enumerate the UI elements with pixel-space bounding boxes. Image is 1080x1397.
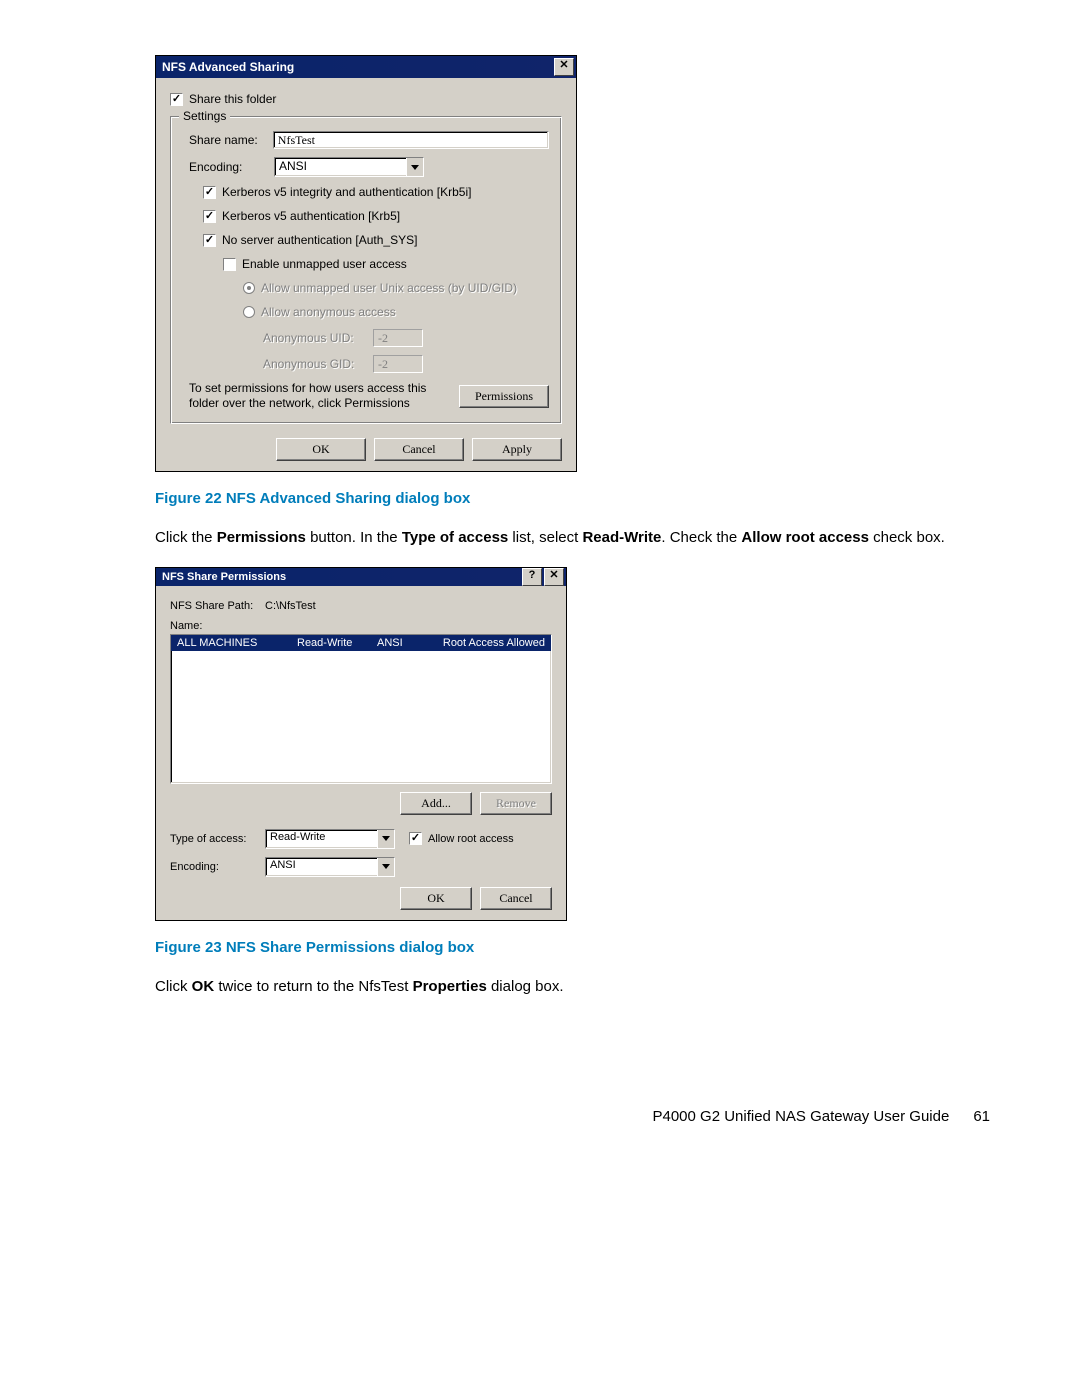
anon-gid-input — [373, 355, 423, 373]
anon-uid-input — [373, 329, 423, 347]
machine-list[interactable]: ALL MACHINES Read-Write ANSI Root Access… — [170, 634, 552, 784]
anon-uid-label: Anonymous UID: — [263, 331, 373, 345]
encoding-value: ANSI — [275, 158, 406, 176]
dialog-titlebar: NFS Share Permissions ? ✕ — [156, 568, 566, 586]
anon-gid-label: Anonymous GID: — [263, 357, 373, 371]
encoding-select[interactable]: ANSI — [274, 157, 424, 177]
encoding-label-2: Encoding: — [170, 861, 265, 873]
radio-uidgid: Allow unmapped user Unix access (by UID/… — [243, 281, 549, 295]
checkbox-icon — [170, 93, 183, 106]
radio-uidgid-label: Allow unmapped user Unix access (by UID/… — [261, 281, 517, 295]
checkbox-icon — [203, 210, 216, 223]
krb5i-checkbox[interactable]: Kerberos v5 integrity and authentication… — [203, 185, 549, 199]
krb5-checkbox[interactable]: Kerberos v5 authentication [Krb5] — [203, 209, 549, 223]
figure-23-caption: Figure 23 NFS Share Permissions dialog b… — [155, 939, 990, 956]
row-root: Root Access Allowed — [437, 637, 545, 649]
unmapped-checkbox[interactable]: Enable unmapped user access — [223, 257, 549, 271]
name-label: Name: — [170, 620, 202, 632]
type-of-access-label: Type of access: — [170, 833, 265, 845]
ok-button[interactable]: OK — [400, 887, 472, 910]
dialog-title: NFS Advanced Sharing — [162, 60, 552, 74]
share-folder-checkbox[interactable]: Share this folder — [170, 92, 562, 106]
page-footer: P4000 G2 Unified NAS Gateway User Guide … — [155, 1108, 990, 1125]
share-path-label: NFS Share Path: — [170, 600, 265, 612]
cancel-button[interactable]: Cancel — [480, 887, 552, 910]
dialog-titlebar: NFS Advanced Sharing ✕ — [156, 56, 576, 78]
allow-root-checkbox[interactable]: Allow root access — [409, 832, 514, 845]
list-row[interactable]: ALL MACHINES Read-Write ANSI Root Access… — [171, 635, 551, 651]
remove-button: Remove — [480, 792, 552, 815]
encoding-label: Encoding: — [183, 160, 274, 174]
share-name-label: Share name: — [183, 133, 273, 147]
close-icon[interactable]: ✕ — [544, 568, 564, 586]
figure-22-caption: Figure 22 NFS Advanced Sharing dialog bo… — [155, 490, 990, 507]
checkbox-icon — [203, 186, 216, 199]
radio-anon: Allow anonymous access — [243, 305, 549, 319]
type-of-access-value: Read-Write — [266, 830, 377, 848]
row-name: ALL MACHINES — [177, 637, 297, 649]
radio-icon — [243, 306, 255, 318]
checkbox-icon — [409, 832, 422, 845]
add-button[interactable]: Add... — [400, 792, 472, 815]
row-access: Read-Write — [297, 637, 377, 649]
chevron-down-icon — [377, 830, 394, 848]
krb5i-label: Kerberos v5 integrity and authentication… — [222, 185, 471, 199]
groupbox-legend: Settings — [179, 109, 230, 123]
permissions-hint: To set permissions for how users access … — [183, 381, 459, 411]
row-encoding: ANSI — [377, 637, 437, 649]
share-name-input[interactable] — [273, 131, 549, 149]
checkbox-icon — [203, 234, 216, 247]
share-path-value: C:\NfsTest — [265, 600, 316, 612]
share-folder-label: Share this folder — [189, 92, 276, 106]
close-icon[interactable]: ✕ — [554, 58, 574, 76]
ok-button[interactable]: OK — [276, 438, 366, 461]
nfs-share-permissions-dialog: NFS Share Permissions ? ✕ NFS Share Path… — [155, 567, 567, 921]
authsys-label: No server authentication [Auth_SYS] — [222, 233, 417, 247]
cancel-button[interactable]: Cancel — [374, 438, 464, 461]
page-number: 61 — [973, 1108, 990, 1125]
unmapped-label: Enable unmapped user access — [242, 257, 407, 271]
checkbox-icon — [223, 258, 236, 271]
radio-icon — [243, 282, 255, 294]
settings-groupbox: Settings Share name: Encoding: ANSI Ke — [170, 116, 562, 424]
type-of-access-select[interactable]: Read-Write — [265, 829, 395, 849]
paragraph-2: Click OK twice to return to the NfsTest … — [155, 976, 990, 998]
nfs-advanced-sharing-dialog: NFS Advanced Sharing ✕ Share this folder… — [155, 55, 577, 472]
apply-button[interactable]: Apply — [472, 438, 562, 461]
krb5-label: Kerberos v5 authentication [Krb5] — [222, 209, 400, 223]
encoding-select-2[interactable]: ANSI — [265, 857, 395, 877]
allow-root-label: Allow root access — [428, 833, 514, 845]
radio-anon-label: Allow anonymous access — [261, 305, 396, 319]
help-icon[interactable]: ? — [522, 568, 542, 586]
authsys-checkbox[interactable]: No server authentication [Auth_SYS] — [203, 233, 549, 247]
permissions-button[interactable]: Permissions — [459, 385, 549, 408]
paragraph-1: Click the Permissions button. In the Typ… — [155, 527, 990, 549]
chevron-down-icon — [406, 158, 423, 176]
encoding-value-2: ANSI — [266, 858, 377, 876]
dialog-title: NFS Share Permissions — [162, 571, 520, 583]
footer-guide-name: P4000 G2 Unified NAS Gateway User Guide — [652, 1108, 949, 1125]
chevron-down-icon — [377, 858, 394, 876]
